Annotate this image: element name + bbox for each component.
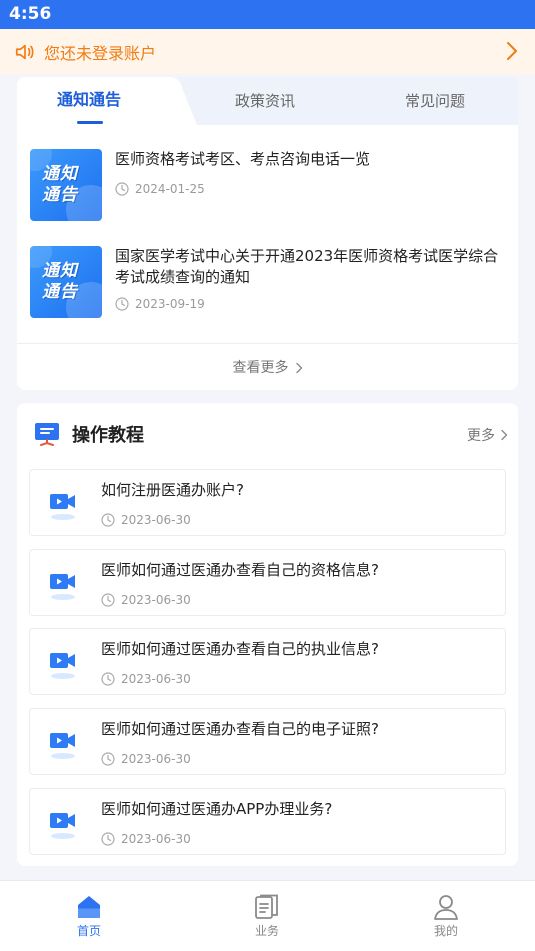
news-tabs: 通知通告 政策资讯 常见问题 bbox=[17, 77, 518, 125]
tutorial-item[interactable]: 医师如何通过医通办查看自己的资格信息? 2023-06-30 bbox=[29, 549, 506, 616]
clock-icon bbox=[115, 182, 129, 196]
status-time: 4:56 bbox=[9, 4, 52, 24]
video-icon bbox=[50, 733, 75, 759]
nav-home[interactable]: 首页 bbox=[29, 881, 149, 951]
tutorial-date-text: 2023-06-30 bbox=[121, 832, 191, 846]
home-icon bbox=[78, 896, 100, 918]
notice-thumbnail: 通知 通告 bbox=[30, 246, 102, 318]
nav-label: 业务 bbox=[254, 924, 279, 938]
tab-active-indicator bbox=[77, 121, 103, 124]
tutorials-more-label: 更多 bbox=[467, 428, 495, 444]
notice-item[interactable]: 通知 通告 国家医学考试中心关于开通2023年医师资格考试医学综合考试成绩查询的… bbox=[30, 246, 505, 318]
chevron-right-icon bbox=[295, 362, 302, 374]
tab-faq[interactable]: 常见问题 bbox=[385, 77, 485, 125]
notice-title: 国家医学考试中心关于开通2023年医师资格考试医学综合考试成绩查询的通知 bbox=[115, 247, 499, 286]
speaker-icon bbox=[15, 44, 34, 59]
tutorials-more-link[interactable]: 更多 bbox=[467, 425, 508, 445]
tutorial-date-text: 2023-06-30 bbox=[121, 672, 191, 686]
nav-business[interactable]: 业务 bbox=[207, 881, 327, 951]
bottom-nav: 首页 业务 我的 bbox=[0, 880, 535, 951]
tutorials-title: 操作教程 bbox=[72, 425, 144, 446]
login-banner[interactable]: 您还未登录账户 bbox=[0, 29, 535, 74]
tutorial-title: 医师如何通过医通办查看自己的执业信息? bbox=[101, 640, 379, 658]
nav-mine[interactable]: 我的 bbox=[386, 881, 506, 951]
see-more-link[interactable]: 查看更多 bbox=[17, 357, 518, 377]
tutorial-title: 医师如何通过医通办APP办理业务? bbox=[101, 800, 333, 818]
tutorial-title: 医师如何通过医通办查看自己的电子证照? bbox=[101, 720, 379, 738]
notice-date: 2023-09-19 bbox=[115, 297, 205, 311]
clock-icon bbox=[101, 672, 115, 686]
nav-label: 首页 bbox=[76, 924, 101, 938]
status-bar: 4:56 bbox=[0, 0, 535, 29]
tutorial-item[interactable]: 医师如何通过医通办查看自己的电子证照? 2023-06-30 bbox=[29, 708, 506, 775]
tutorial-date-text: 2023-06-30 bbox=[121, 513, 191, 527]
chevron-right-icon bbox=[507, 42, 517, 60]
divider bbox=[17, 343, 518, 344]
tutorial-date: 2023-06-30 bbox=[101, 752, 191, 766]
thumb-label: 通知 bbox=[42, 261, 78, 281]
presentation-icon bbox=[35, 423, 59, 446]
clock-icon bbox=[115, 297, 129, 311]
document-icon bbox=[255, 894, 278, 919]
see-more-label: 查看更多 bbox=[232, 360, 289, 376]
clock-icon bbox=[101, 832, 115, 846]
tutorial-item[interactable]: 医师如何通过医通办查看自己的执业信息? 2023-06-30 bbox=[29, 628, 506, 695]
tab-notices[interactable]: 通知通告 bbox=[39, 77, 139, 125]
tutorial-title: 医师如何通过医通办查看自己的资格信息? bbox=[101, 561, 379, 579]
thumb-label: 通告 bbox=[42, 282, 78, 302]
video-icon bbox=[50, 653, 75, 679]
user-icon bbox=[434, 895, 458, 920]
video-icon bbox=[50, 813, 75, 839]
clock-icon bbox=[101, 513, 115, 527]
tutorial-title: 如何注册医通办账户? bbox=[101, 481, 244, 499]
nav-label: 我的 bbox=[433, 924, 458, 938]
tutorial-item[interactable]: 医师如何通过医通办APP办理业务? 2023-06-30 bbox=[29, 788, 506, 855]
tutorial-date: 2023-06-30 bbox=[101, 672, 191, 686]
clock-icon bbox=[101, 752, 115, 766]
tutorials-card: 操作教程 更多 如何注册医通办账户? 2023-06-30 医师如何通过医通办查… bbox=[17, 403, 518, 866]
tutorial-item[interactable]: 如何注册医通办账户? 2023-06-30 bbox=[29, 469, 506, 536]
tutorial-date: 2023-06-30 bbox=[101, 593, 191, 607]
tutorial-date-text: 2023-06-30 bbox=[121, 593, 191, 607]
login-banner-text: 您还未登录账户 bbox=[44, 43, 157, 63]
notice-title: 医师资格考试考区、考点咨询电话一览 bbox=[115, 150, 371, 168]
thumb-label: 通告 bbox=[42, 185, 78, 205]
clock-icon bbox=[101, 593, 115, 607]
notice-date-text: 2024-01-25 bbox=[135, 182, 205, 196]
chevron-right-icon bbox=[501, 429, 508, 441]
video-icon bbox=[50, 494, 75, 520]
news-card: 通知通告 政策资讯 常见问题 通知 通告 医师资格考试考区、考点咨询电话一览 2… bbox=[17, 77, 518, 390]
video-icon bbox=[50, 574, 75, 600]
tutorial-date-text: 2023-06-30 bbox=[121, 752, 191, 766]
notice-date: 2024-01-25 bbox=[115, 182, 205, 196]
tutorial-date: 2023-06-30 bbox=[101, 513, 191, 527]
thumb-label: 通知 bbox=[42, 164, 78, 184]
notice-item[interactable]: 通知 通告 医师资格考试考区、考点咨询电话一览 2024-01-25 bbox=[30, 149, 505, 221]
tab-policy-news[interactable]: 政策资讯 bbox=[215, 77, 315, 125]
notice-date-text: 2023-09-19 bbox=[135, 297, 205, 311]
notice-thumbnail: 通知 通告 bbox=[30, 149, 102, 221]
tutorial-date: 2023-06-30 bbox=[101, 832, 191, 846]
